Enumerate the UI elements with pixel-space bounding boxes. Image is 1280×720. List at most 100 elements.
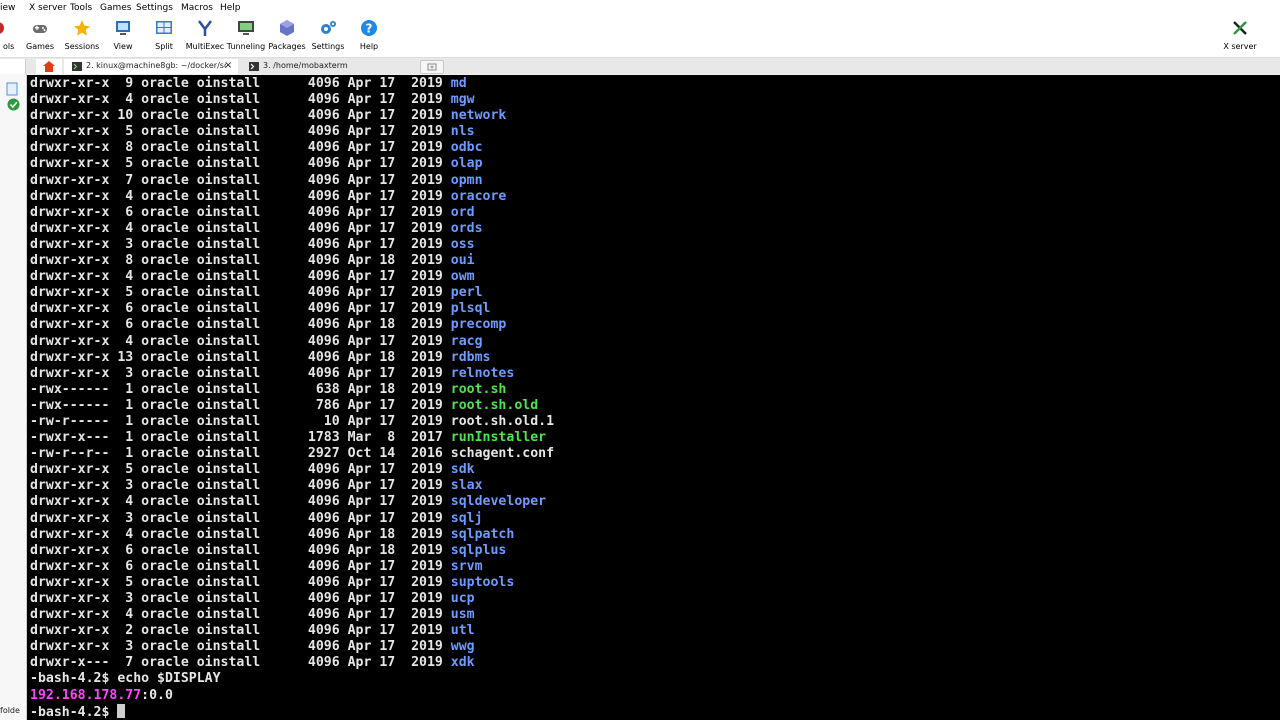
listing-line: drwxr-xr-x 8 oracle oinstall 4096 Apr 18…	[30, 253, 554, 269]
tools-icon	[0, 22, 4, 34]
terminal-output: drwxr-xr-x 9 oracle oinstall 4096 Apr 17…	[30, 76, 554, 720]
file-name: plsql	[450, 301, 491, 317]
file-name: utl	[450, 623, 475, 639]
close-icon[interactable]: ×	[224, 60, 232, 71]
menu-settings[interactable]: Settings	[136, 3, 173, 13]
command-text: echo $DISPLAY	[117, 671, 221, 687]
file-name: oracore	[450, 188, 507, 204]
text-cursor	[117, 703, 126, 718]
home-tab[interactable]	[36, 59, 62, 74]
file-meta: drwxr-xr-x 6 oracle oinstall 4096 Apr 18…	[30, 317, 451, 333]
file-name: racg	[450, 333, 483, 349]
file-name: ords	[450, 220, 483, 236]
menu-macros[interactable]: Macros	[181, 3, 213, 13]
file-meta: drwxr-xr-x 4 oracle oinstall 4096 Apr 17…	[30, 92, 451, 108]
file-meta: drwxr-xr-x 8 oracle oinstall 4096 Apr 18…	[30, 253, 451, 269]
multiexec-icon	[198, 20, 212, 36]
listing-line: drwxr-xr-x 5 oracle oinstall 4096 Apr 17…	[30, 124, 554, 140]
listing-line: drwxr-xr-x 5 oracle oinstall 4096 Apr 17…	[30, 285, 554, 301]
file-name: root.sh	[450, 381, 507, 397]
terminal-tab-icon	[249, 62, 259, 71]
help-button[interactable]: ? Help	[341, 17, 397, 57]
listing-line: drwxr-xr-x 13 oracle oinstall 4096 Apr 1…	[30, 350, 554, 366]
terminal[interactable]: drwxr-xr-x 9 oracle oinstall 4096 Apr 17…	[27, 75, 1280, 720]
tunneling-icon	[238, 21, 254, 35]
listing-line: drwxr-xr-x 6 oracle oinstall 4096 Apr 17…	[30, 205, 554, 221]
tab-session-3[interactable]: 3. /home/mobaxterm	[244, 59, 404, 74]
listing-line: drwxr-xr-x 3 oracle oinstall 4096 Apr 17…	[30, 591, 554, 607]
file-name: suptools	[450, 574, 515, 590]
file-meta: drwxr-xr-x 6 oracle oinstall 4096 Apr 18…	[30, 542, 451, 558]
star-icon	[74, 20, 90, 36]
menu-games[interactable]: Games	[100, 3, 131, 13]
file-name: runInstaller	[450, 430, 547, 446]
exit-button[interactable]: E	[1262, 17, 1280, 57]
file-meta: -rwx------ 1 oracle oinstall 638 Apr 18 …	[30, 381, 451, 397]
help-label: Help	[359, 42, 379, 51]
file-name: sqlj	[450, 510, 483, 526]
file-meta: drwxr-xr-x 7 oracle oinstall 4096 Apr 17…	[30, 172, 451, 188]
prompt: -bash-4.2$	[30, 671, 118, 687]
gamepad-icon	[33, 25, 47, 33]
file-meta: drwxr-xr-x 4 oracle oinstall 4096 Apr 17…	[30, 333, 451, 349]
file-name: perl	[450, 285, 483, 301]
view-icon	[116, 21, 130, 35]
menu-xserver[interactable]: X server	[29, 3, 67, 13]
file-name: network	[450, 108, 507, 124]
new-tab-button[interactable]	[420, 60, 444, 74]
display-suffix: :0.0	[141, 687, 173, 703]
listing-line: drwxr-xr-x 4 oracle oinstall 4096 Apr 17…	[30, 334, 554, 350]
listing-line: drwxr-xr-x 7 oracle oinstall 4096 Apr 17…	[30, 173, 554, 189]
listing-line: drwxr-xr-x 2 oracle oinstall 4096 Apr 17…	[30, 623, 554, 639]
file-meta: drwxr-x--- 7 oracle oinstall 4096 Apr 17…	[30, 655, 451, 671]
listing-line: -rwxr-x--- 1 oracle oinstall 1783 Mar 8 …	[30, 430, 554, 446]
sidebar: folde	[0, 74, 27, 720]
file-meta: drwxr-xr-x 3 oracle oinstall 4096 Apr 17…	[30, 365, 451, 381]
prompt-line: -bash-4.2$	[30, 703, 554, 720]
menu-view[interactable]: iew	[0, 3, 15, 13]
file-name: sqlplus	[450, 542, 507, 558]
file-name: root.sh.old	[450, 397, 539, 413]
listing-line: drwxr-xr-x 6 oracle oinstall 4096 Apr 18…	[30, 317, 554, 333]
file-meta: drwxr-xr-x 6 oracle oinstall 4096 Apr 17…	[30, 301, 451, 317]
file-icon[interactable]	[6, 82, 18, 96]
file-meta: drwxr-xr-x 4 oracle oinstall 4096 Apr 17…	[30, 269, 451, 285]
file-name: nls	[450, 124, 475, 140]
listing-line: drwxr-xr-x 3 oracle oinstall 4096 Apr 17…	[30, 237, 554, 253]
file-meta: drwxr-xr-x 10 oracle oinstall 4096 Apr 1…	[30, 108, 451, 124]
file-meta: -rwxr-x--- 1 oracle oinstall 1783 Mar 8 …	[30, 430, 451, 446]
file-name: oui	[450, 253, 475, 269]
sidebar-folder-label: folde	[0, 706, 20, 715]
file-meta: drwxr-xr-x 8 oracle oinstall 4096 Apr 17…	[30, 140, 451, 156]
file-name: schagent.conf	[450, 446, 555, 462]
listing-line: drwxr-xr-x 3 oracle oinstall 4096 Apr 17…	[30, 639, 554, 655]
file-name: sdk	[450, 462, 475, 478]
prompt: -bash-4.2$	[30, 704, 118, 720]
menu-tools[interactable]: Tools	[70, 3, 92, 13]
listing-line: drwxr-x--- 7 oracle oinstall 4096 Apr 17…	[30, 655, 554, 671]
file-meta: drwxr-xr-x 5 oracle oinstall 4096 Apr 17…	[30, 574, 451, 590]
listing-line: drwxr-xr-x 4 oracle oinstall 4096 Apr 17…	[30, 494, 554, 510]
listing-line: drwxr-xr-x 6 oracle oinstall 4096 Apr 17…	[30, 559, 554, 575]
listing-line: drwxr-xr-x 10 oracle oinstall 4096 Apr 1…	[30, 108, 554, 124]
file-name: usm	[450, 607, 475, 623]
file-meta: drwxr-xr-x 5 oracle oinstall 4096 Apr 17…	[30, 156, 451, 172]
menu-help[interactable]: Help	[220, 3, 241, 13]
xserver-icon	[1233, 21, 1247, 35]
xserver-button[interactable]: X server	[1212, 17, 1268, 57]
display-output: 192.168.178.77:0.0	[30, 688, 554, 704]
toolbar: ols Games Sessions View Split MultiExec …	[0, 17, 1280, 58]
listing-line: drwxr-xr-x 5 oracle oinstall 4096 Apr 17…	[30, 462, 554, 478]
file-name: wwg	[450, 639, 475, 655]
tab-session-3-label: 3. /home/mobaxterm	[263, 61, 348, 70]
help-icon: ?	[361, 20, 377, 36]
check-icon[interactable]	[7, 98, 20, 111]
file-meta: drwxr-xr-x 2 oracle oinstall 4096 Apr 17…	[30, 623, 451, 639]
svg-text:?: ?	[366, 22, 373, 36]
file-meta: drwxr-xr-x 6 oracle oinstall 4096 Apr 17…	[30, 558, 451, 574]
tab-session-2[interactable]: 2. kinux@machine8gb: ~/docker/sc ×	[64, 59, 238, 74]
listing-line: drwxr-xr-x 3 oracle oinstall 4096 Apr 17…	[30, 478, 554, 494]
listing-line: drwxr-xr-x 4 oracle oinstall 4096 Apr 17…	[30, 221, 554, 237]
listing-line: drwxr-xr-x 4 oracle oinstall 4096 Apr 18…	[30, 527, 554, 543]
file-meta: drwxr-xr-x 4 oracle oinstall 4096 Apr 17…	[30, 188, 451, 204]
